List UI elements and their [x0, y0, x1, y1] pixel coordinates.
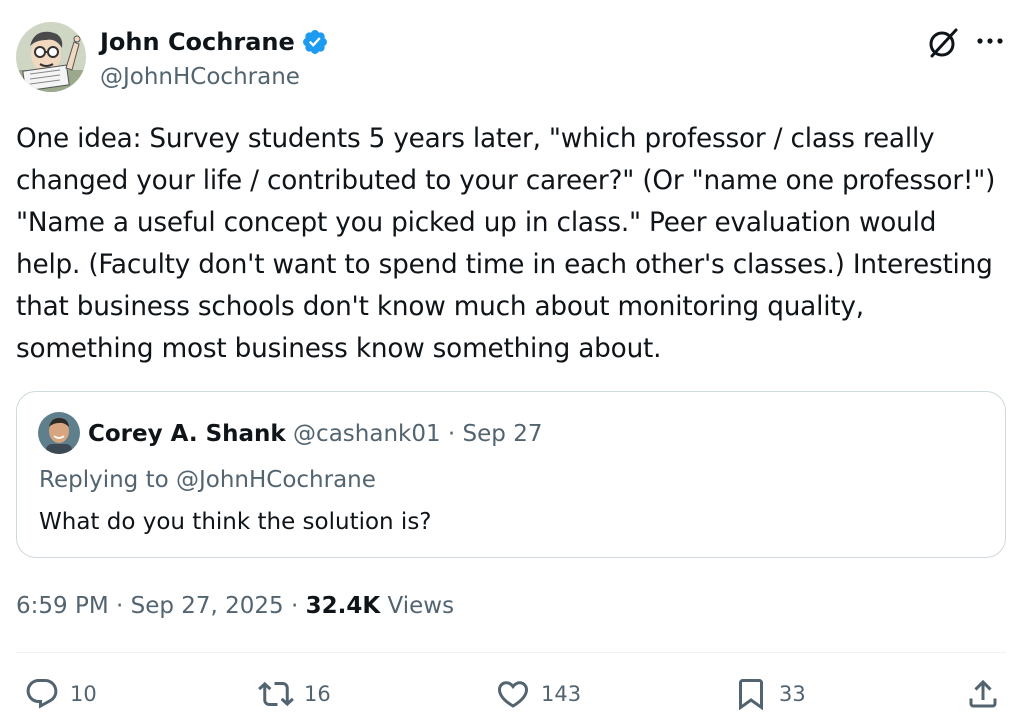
bookmark-icon	[739, 679, 763, 711]
quote-author-avatar[interactable]	[38, 412, 80, 454]
bookmark-button[interactable]: 33	[733, 676, 806, 712]
author-handle[interactable]: @JohnHCochrane	[100, 62, 300, 92]
author-avatar[interactable]	[16, 22, 86, 92]
photo-avatar-image	[38, 412, 80, 454]
quoted-tweet-card[interactable]: Corey A. Shank @cashank01 · Sep 27 Reply…	[16, 391, 1006, 558]
verified-badge-icon	[301, 28, 329, 56]
quote-replying-to: Replying to @JohnHCochrane	[39, 467, 376, 493]
author-name[interactable]: John Cochrane	[100, 26, 295, 58]
quote-author-name[interactable]: Corey A. Shank	[88, 421, 286, 447]
divider	[16, 652, 1006, 653]
bookmark-count: 33	[779, 682, 806, 706]
repost-button[interactable]: 16	[258, 676, 331, 712]
heart-icon	[497, 681, 529, 708]
like-count: 143	[541, 682, 582, 706]
repost-icon	[258, 681, 294, 707]
quote-text: What do you think the solution is?	[39, 509, 432, 535]
quote-header: Corey A. Shank @cashank01 · Sep 27	[88, 418, 542, 450]
quote-author-meta[interactable]: @cashank01 · Sep 27	[293, 421, 542, 447]
views-count: 32.4K	[305, 593, 381, 619]
reply-button[interactable]: 10	[24, 676, 97, 712]
grok-icon[interactable]	[926, 26, 960, 60]
author-name-row[interactable]: John Cochrane	[100, 26, 329, 58]
tweet-meta: 6:59 PM · Sep 27, 2025 · 32.4K Views	[16, 590, 454, 622]
repost-count: 16	[304, 682, 331, 706]
views-label: Views	[380, 593, 455, 619]
like-button[interactable]: 143	[495, 676, 581, 712]
more-icon[interactable]	[972, 30, 1008, 52]
tweet-text: One idea: Survey students 5 years later,…	[16, 124, 996, 364]
tweet-timestamp[interactable]: 6:59 PM · Sep 27, 2025 ·	[16, 593, 306, 619]
cartoon-avatar-image	[16, 22, 86, 92]
share-button[interactable]	[965, 676, 1001, 712]
reply-count: 10	[70, 682, 97, 706]
tweet-page: John Cochrane @JohnHCochrane One idea: S…	[0, 0, 1019, 721]
reply-icon	[26, 679, 58, 709]
share-icon	[969, 679, 997, 708]
